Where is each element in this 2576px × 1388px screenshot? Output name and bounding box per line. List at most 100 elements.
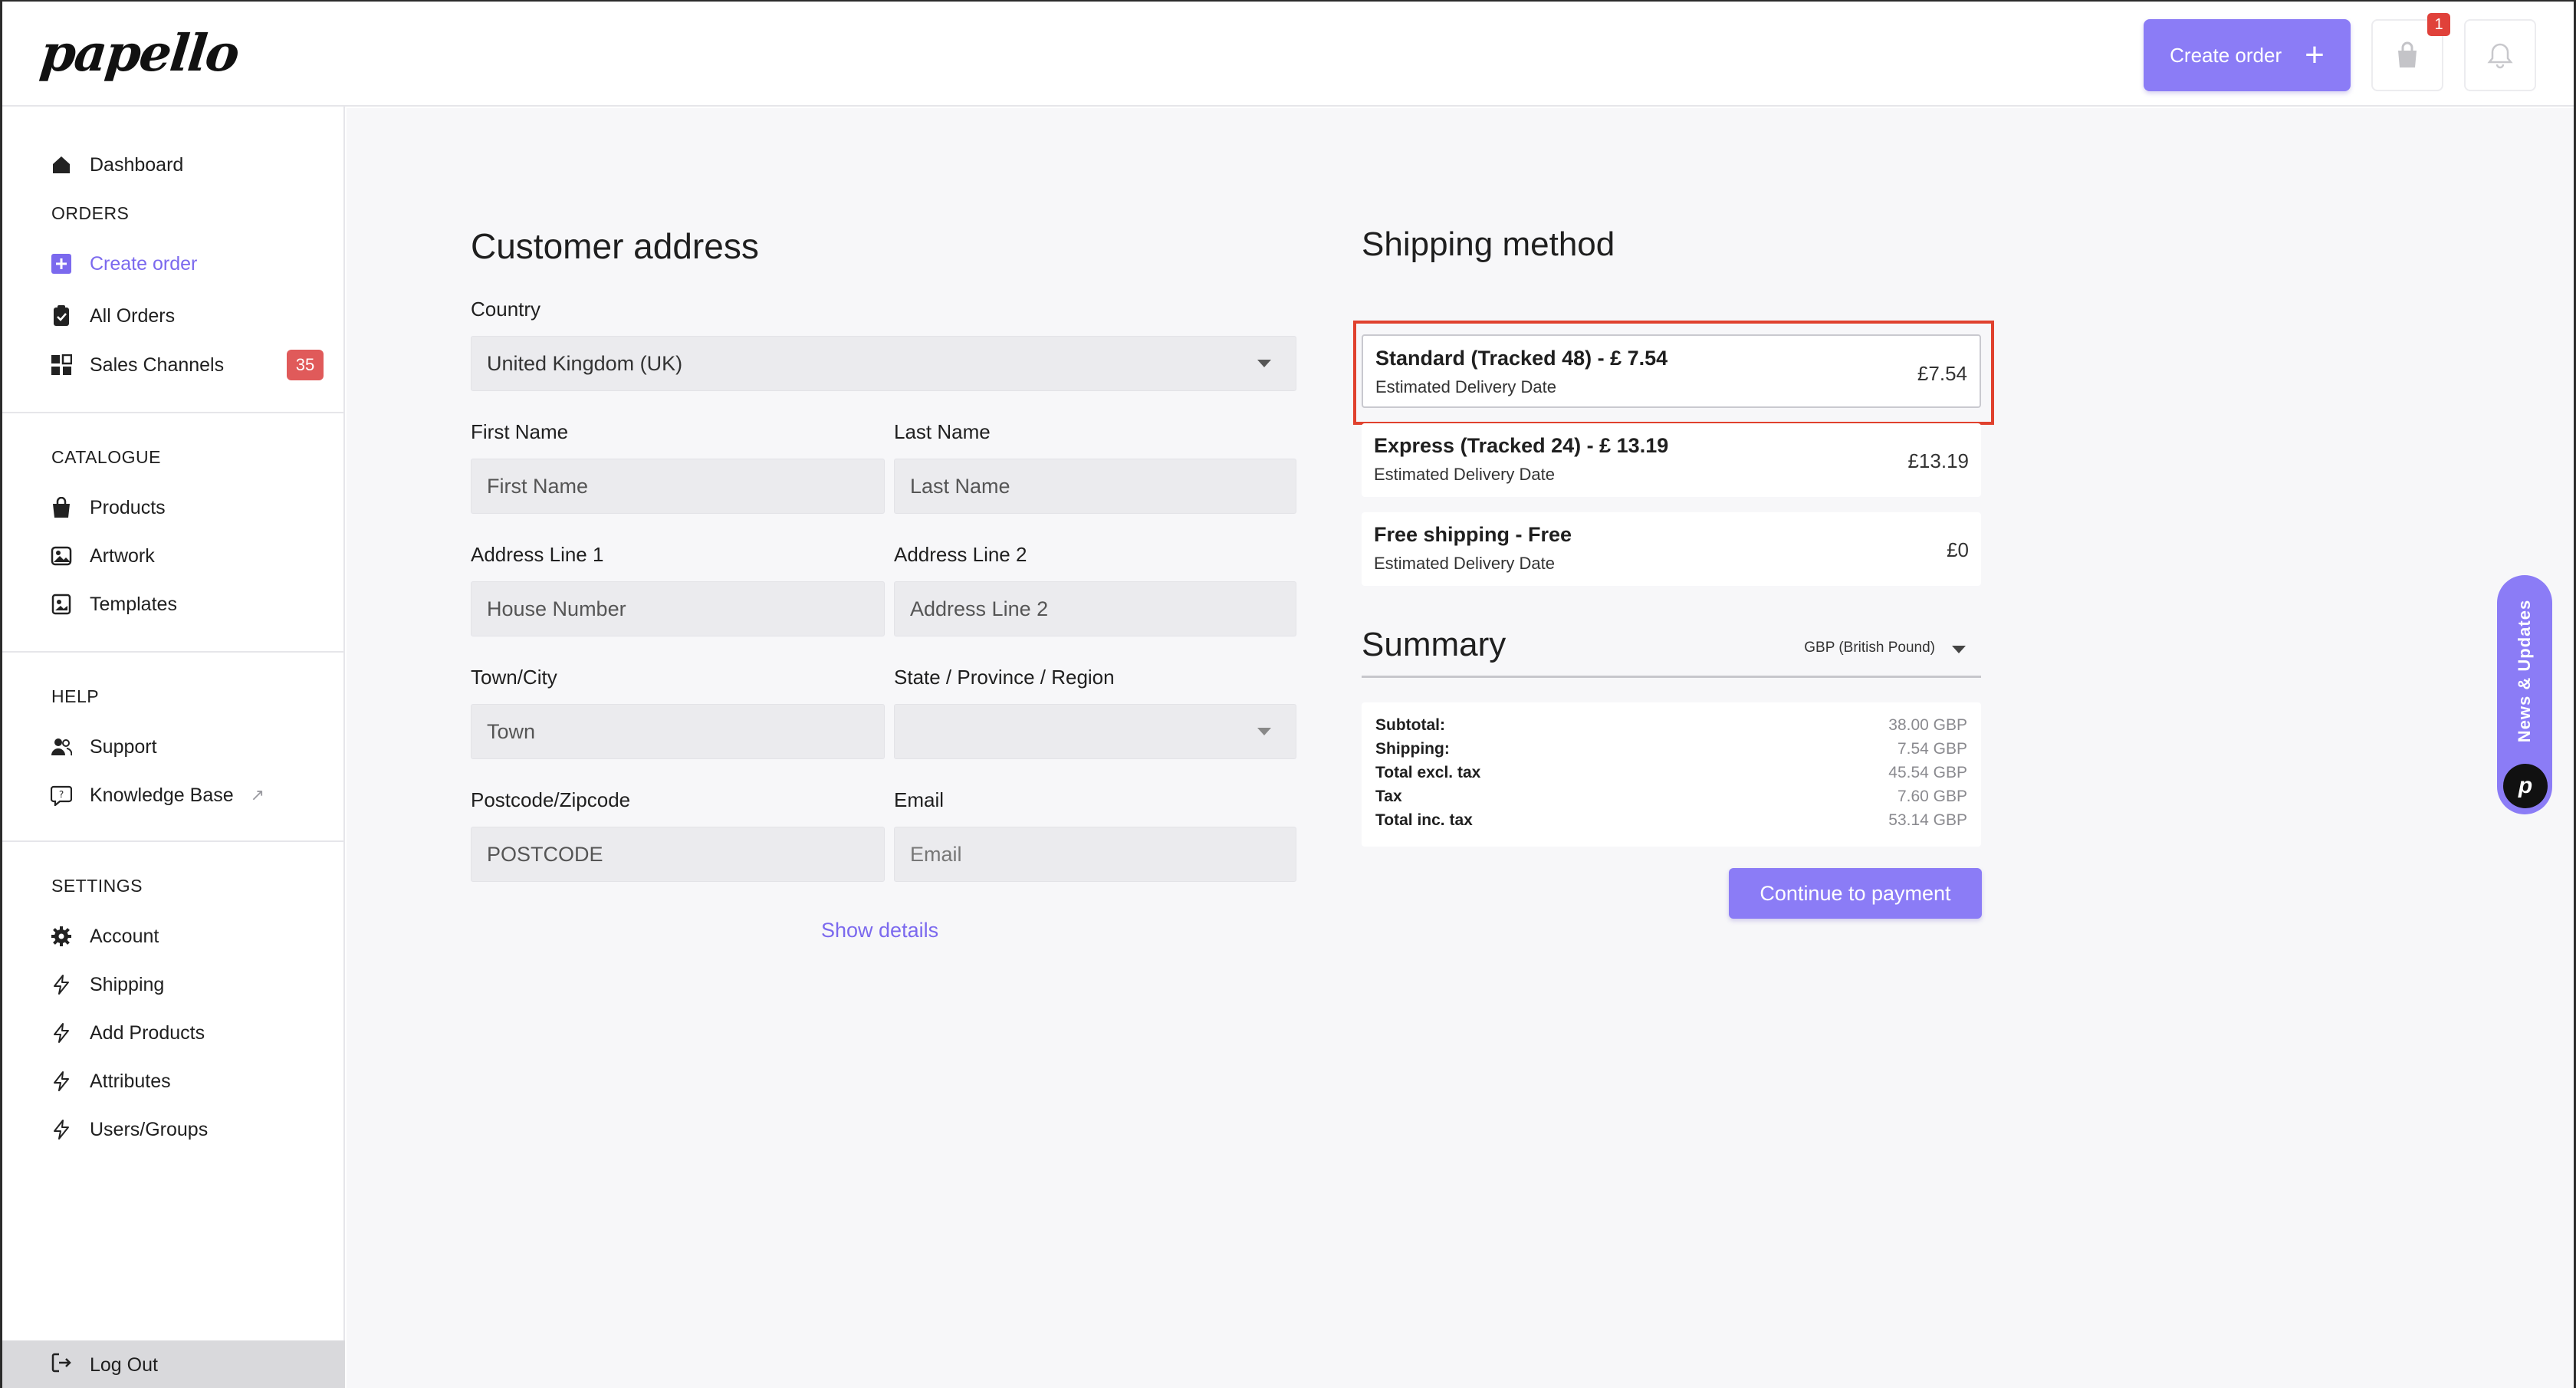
sidebar-label-knowledge-base: Knowledge Base <box>90 784 234 806</box>
town-input[interactable]: Town <box>471 704 885 759</box>
sidebar-item-account[interactable]: Account <box>50 921 159 952</box>
postcode-placeholder: POSTCODE <box>487 842 603 866</box>
sidebar-label-create-order: Create order <box>90 252 198 275</box>
sidebar-label-artwork: Artwork <box>90 544 155 567</box>
sidebar-item-artwork[interactable]: Artwork <box>50 541 155 571</box>
sidebar-item-support[interactable]: Support <box>50 732 157 762</box>
summary-row-value: 7.54 GBP <box>1897 740 1967 758</box>
sidebar-item-knowledge-base[interactable]: ? Knowledge Base ↗ <box>50 780 264 811</box>
state-select[interactable] <box>894 704 1296 759</box>
currency-select[interactable]: GBP (British Pound) <box>1804 640 1935 656</box>
address-line-1-input[interactable]: House Number <box>471 581 885 636</box>
shipping-option-standard[interactable]: Standard (Tracked 48) - £ 7.54 Estimated… <box>1362 334 1981 408</box>
summary-row-total-inc-tax: Total inc. tax 53.14 GBP <box>1375 811 1967 834</box>
customer-address-title: Customer address <box>471 226 759 266</box>
sidebar-item-create-order[interactable]: Create order <box>50 248 197 279</box>
lightning-icon <box>50 1070 73 1093</box>
news-logo-icon[interactable]: p <box>2503 764 2548 808</box>
shipping-option-free[interactable]: Free shipping - Free Estimated Delivery … <box>1362 512 1981 586</box>
email-label: Email <box>894 788 945 811</box>
first-name-placeholder: First Name <box>487 474 589 498</box>
address-line-2-placeholder: Address Line 2 <box>910 597 1049 620</box>
sidebar-item-shipping[interactable]: Shipping <box>50 969 164 1000</box>
sidebar-label-attributes: Attributes <box>90 1070 171 1092</box>
shipping-option-subtitle: Estimated Delivery Date <box>1375 377 1556 396</box>
town-placeholder: Town <box>487 719 536 743</box>
summary-row-value: 53.14 GBP <box>1888 811 1967 829</box>
shipping-option-price: £13.19 <box>1907 449 1969 472</box>
bag-icon <box>50 496 73 519</box>
summary-row-value: 45.54 GBP <box>1888 764 1967 781</box>
country-select[interactable]: United Kingdom (UK) <box>471 336 1296 391</box>
sidebar-item-all-orders[interactable]: All Orders <box>50 301 175 331</box>
shipping-option-title: Free shipping - Free <box>1374 523 1572 546</box>
shipping-option-subtitle: Estimated Delivery Date <box>1374 554 1555 573</box>
sidebar-label-users-groups: Users/Groups <box>90 1118 209 1140</box>
summary-row-label: Subtotal: <box>1375 716 1445 734</box>
sidebar-label-support: Support <box>90 735 157 758</box>
sidebar: Dashboard ORDERS Create order All Orders… <box>2 107 345 1388</box>
address-line-2-label: Address Line 2 <box>894 543 1027 566</box>
summary-box: Subtotal: 38.00 GBP Shipping: 7.54 GBP T… <box>1362 702 1981 847</box>
lightning-icon <box>50 973 73 996</box>
sidebar-item-users-groups[interactable]: Users/Groups <box>50 1114 208 1145</box>
create-order-button[interactable]: Create order + <box>2144 19 2351 91</box>
chevron-down-icon[interactable] <box>1952 646 1966 653</box>
sidebar-label-all-orders: All Orders <box>90 304 176 327</box>
sidebar-divider <box>2 840 345 842</box>
summary-row-value: 7.60 GBP <box>1897 788 1967 805</box>
continue-to-payment-button[interactable]: Continue to payment <box>1729 868 1982 919</box>
address-line-2-input[interactable]: Address Line 2 <box>894 581 1296 636</box>
sidebar-item-dashboard[interactable]: Dashboard <box>50 150 183 180</box>
first-name-input[interactable]: First Name <box>471 459 885 514</box>
last-name-input[interactable]: Last Name <box>894 459 1296 514</box>
users-icon <box>50 735 73 758</box>
sidebar-item-products[interactable]: Products <box>50 492 166 523</box>
top-bar: papello Create order + 1 <box>2 2 2574 107</box>
shipping-option-price: £0 <box>1947 538 1969 561</box>
summary-row-shipping: Shipping: 7.54 GBP <box>1375 740 1967 763</box>
external-link-icon: ↗ <box>250 785 265 804</box>
orders-heading: ORDERS <box>51 203 130 223</box>
shipping-option-price: £7.54 <box>1917 362 1967 385</box>
show-details-link[interactable]: Show details <box>821 919 938 942</box>
state-label: State / Province / Region <box>894 666 1115 689</box>
sidebar-item-add-products[interactable]: Add Products <box>50 1018 205 1048</box>
last-name-label: Last Name <box>894 420 991 443</box>
lightning-icon <box>50 1021 73 1044</box>
town-label: Town/City <box>471 666 557 689</box>
address-line-1-label: Address Line 1 <box>471 543 604 566</box>
shopping-bag-icon <box>2398 41 2417 67</box>
shipping-option-title: Standard (Tracked 48) - £ 7.54 <box>1375 347 1668 370</box>
shipping-option-title: Express (Tracked 24) - £ 13.19 <box>1374 434 1669 457</box>
postcode-label: Postcode/Zipcode <box>471 788 631 811</box>
news-updates-label-wrap: News & Updates <box>2497 575 2552 767</box>
plus-icon: + <box>2305 36 2325 74</box>
sidebar-item-templates[interactable]: Templates <box>50 589 177 620</box>
sidebar-label-account: Account <box>90 925 159 947</box>
grid-icon <box>50 354 73 377</box>
papello-logo[interactable]: papello <box>38 23 241 83</box>
logout-icon <box>50 1351 73 1380</box>
sidebar-divider <box>2 651 345 653</box>
sidebar-label-sales-channels: Sales Channels <box>90 354 225 376</box>
postcode-input[interactable]: POSTCODE <box>471 827 885 882</box>
sidebar-item-sales-channels[interactable]: Sales Channels <box>50 350 224 380</box>
question-chat-icon: ? <box>50 784 73 807</box>
email-input[interactable]: Email <box>894 827 1296 882</box>
summary-row-subtotal: Subtotal: 38.00 GBP <box>1375 716 1967 739</box>
notifications-button[interactable] <box>2464 19 2536 91</box>
create-order-label: Create order <box>2170 43 2282 67</box>
settings-heading: SETTINGS <box>51 876 143 896</box>
logout-button[interactable]: Log Out <box>2 1340 345 1388</box>
svg-text:?: ? <box>59 789 64 800</box>
sidebar-divider <box>2 412 345 413</box>
gear-icon <box>50 925 73 948</box>
last-name-placeholder: Last Name <box>910 474 1010 498</box>
sales-channels-badge: 35 <box>287 350 324 380</box>
summary-row-total-excl-tax: Total excl. tax 45.54 GBP <box>1375 764 1967 787</box>
sidebar-item-attributes[interactable]: Attributes <box>50 1066 171 1097</box>
chevron-down-icon <box>1257 728 1271 735</box>
shipping-option-express[interactable]: Express (Tracked 24) - £ 13.19 Estimated… <box>1362 423 1981 497</box>
clipboard-icon <box>50 304 73 327</box>
